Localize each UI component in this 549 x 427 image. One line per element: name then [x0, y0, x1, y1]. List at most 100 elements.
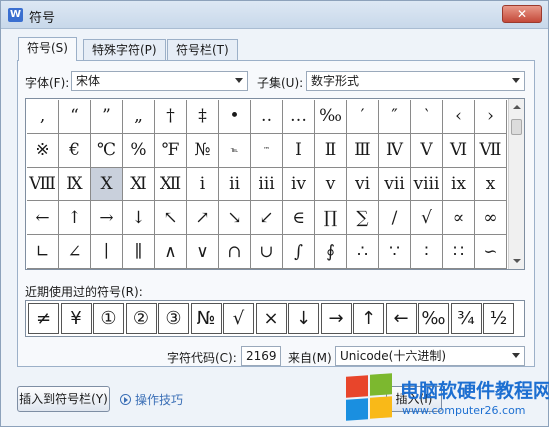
symbol-cell[interactable]: Ⅻ: [155, 167, 187, 202]
symbol-cell[interactable]: †: [155, 100, 187, 134]
symbol-cell[interactable]: ↗: [187, 201, 219, 236]
symbol-cell[interactable]: ∪: [251, 235, 283, 269]
symbol-cell[interactable]: ⅴ: [315, 167, 347, 202]
symbol-cell[interactable]: ‡: [187, 100, 219, 134]
recent-symbol-cell[interactable]: ←: [385, 303, 417, 334]
symbol-cell[interactable]: ⅵ: [347, 167, 379, 202]
symbol-cell[interactable]: ⅳ: [283, 167, 315, 202]
symbol-cell[interactable]: ∞: [475, 201, 507, 236]
symbol-cell[interactable]: ∕: [379, 201, 411, 236]
symbol-cell[interactable]: ※: [27, 133, 59, 168]
symbol-cell[interactable]: ∶: [411, 235, 443, 269]
close-button[interactable]: ✕: [502, 5, 542, 23]
recent-symbol-cell[interactable]: ½: [483, 303, 514, 334]
symbol-cell[interactable]: ∵: [379, 235, 411, 269]
symbol-cell[interactable]: ∟: [27, 235, 59, 269]
symbol-cell[interactable]: Ⅵ: [443, 133, 475, 168]
symbol-cell[interactable]: Ⅲ: [347, 133, 379, 168]
symbol-cell[interactable]: ∧: [155, 235, 187, 269]
recent-symbol-cell[interactable]: ↓: [288, 303, 319, 334]
symbol-cell[interactable]: ‵: [411, 100, 443, 134]
recent-symbol-cell[interactable]: ↑: [353, 303, 384, 334]
recent-symbol-cell[interactable]: ①: [93, 303, 124, 334]
symbol-cell[interactable]: Ⅴ: [411, 133, 443, 168]
recent-symbol-cell[interactable]: √: [223, 303, 254, 334]
symbol-cell[interactable]: ∝: [443, 201, 475, 236]
recent-symbol-cell[interactable]: ¾: [450, 303, 482, 334]
symbol-cell[interactable]: ∈: [283, 201, 315, 236]
symbol-cell[interactable]: ⅷ: [411, 167, 443, 202]
recent-symbol-cell[interactable]: ‰: [418, 303, 449, 334]
symbol-cell[interactable]: ‥: [251, 100, 283, 134]
symbol-cell[interactable]: ›: [475, 100, 507, 134]
symbol-cell[interactable]: ∣: [91, 235, 123, 269]
symbol-cell[interactable]: №: [187, 133, 219, 168]
symbol-cell[interactable]: “: [59, 100, 91, 134]
symbol-cell[interactable]: ℡: [219, 133, 251, 168]
symbol-cell[interactable]: →: [91, 201, 123, 236]
symbol-cell[interactable]: •: [219, 100, 251, 134]
symbol-cell[interactable]: ⅹ: [475, 167, 507, 202]
symbol-cell[interactable]: „: [123, 100, 155, 134]
symbol-cell[interactable]: ↘: [219, 201, 251, 236]
symbol-cell[interactable]: ∥: [123, 235, 155, 269]
symbol-cell[interactable]: ℉: [155, 133, 187, 168]
insert-to-symbol-bar-button[interactable]: 插入到符号栏(Y): [17, 386, 110, 412]
symbol-cell[interactable]: ‰: [315, 100, 347, 134]
symbol-cell[interactable]: ∴: [347, 235, 379, 269]
subset-select[interactable]: 数字形式: [306, 71, 525, 91]
recent-symbol-cell[interactable]: ¥: [60, 303, 92, 334]
symbol-cell[interactable]: Ⅹ: [91, 167, 123, 202]
symbol-cell[interactable]: …: [283, 100, 315, 134]
symbol-cell[interactable]: ↓: [123, 201, 155, 236]
symbol-cell[interactable]: €: [59, 133, 91, 168]
symbol-cell[interactable]: ←: [27, 201, 59, 236]
recent-symbol-cell[interactable]: ③: [158, 303, 189, 334]
symbol-cell[interactable]: √: [411, 201, 443, 236]
symbol-cell[interactable]: Ⅶ: [475, 133, 507, 168]
recent-symbol-cell[interactable]: ②: [125, 303, 157, 334]
char-code-input[interactable]: 2169: [241, 346, 281, 366]
from-select[interactable]: Unicode(十六进制): [335, 346, 525, 366]
symbol-cell[interactable]: ∮: [315, 235, 347, 269]
symbol-cell[interactable]: ↙: [251, 201, 283, 236]
tips-link[interactable]: 操作技巧: [120, 391, 183, 408]
symbol-cell[interactable]: ‹: [443, 100, 475, 134]
symbol-cell[interactable]: Ⅷ: [27, 167, 59, 202]
scroll-thumb[interactable]: [511, 119, 522, 135]
symbol-cell[interactable]: ⅶ: [379, 167, 411, 202]
symbol-cell[interactable]: Ⅰ: [283, 133, 315, 168]
symbol-cell[interactable]: ″: [379, 100, 411, 134]
symbol-cell[interactable]: Ⅺ: [123, 167, 155, 202]
symbol-cell[interactable]: ‚: [27, 100, 59, 134]
recent-symbol-cell[interactable]: ×: [255, 303, 287, 334]
symbol-cell[interactable]: ∏: [315, 201, 347, 236]
symbol-cell[interactable]: ∷: [443, 235, 475, 269]
symbol-cell[interactable]: ∠: [59, 235, 91, 269]
symbol-cell[interactable]: Ⅳ: [379, 133, 411, 168]
symbol-cell[interactable]: Ⅸ: [59, 167, 91, 202]
symbol-cell[interactable]: ′: [347, 100, 379, 134]
symbol-cell[interactable]: ⅲ: [251, 167, 283, 202]
scroll-up-icon[interactable]: [513, 105, 521, 109]
recent-symbol-cell[interactable]: →: [320, 303, 352, 334]
symbol-cell[interactable]: ↑: [59, 201, 91, 236]
tab-special-chars[interactable]: 特殊字符(P): [83, 39, 166, 61]
recent-symbol-cell[interactable]: ≠: [28, 303, 59, 334]
symbol-grid-scrollbar[interactable]: [508, 99, 524, 269]
symbol-cell[interactable]: Ⅱ: [315, 133, 347, 168]
symbol-cell[interactable]: ∽: [475, 235, 507, 269]
recent-symbol-cell[interactable]: №: [190, 303, 222, 334]
symbol-cell[interactable]: ™: [251, 133, 283, 168]
symbol-cell[interactable]: ”: [91, 100, 123, 134]
symbol-cell[interactable]: ↖: [155, 201, 187, 236]
symbol-cell[interactable]: ℃: [91, 133, 123, 168]
symbol-cell[interactable]: ∑: [347, 201, 379, 236]
tab-symbol-bar[interactable]: 符号栏(T): [167, 39, 238, 61]
symbol-cell[interactable]: ∫: [283, 235, 315, 269]
symbol-cell[interactable]: ⅸ: [443, 167, 475, 202]
symbol-cell[interactable]: ⅰ: [187, 167, 219, 202]
symbol-cell[interactable]: ∩: [219, 235, 251, 269]
symbol-cell[interactable]: ⅱ: [219, 167, 251, 202]
font-select[interactable]: 宋体: [71, 71, 248, 91]
